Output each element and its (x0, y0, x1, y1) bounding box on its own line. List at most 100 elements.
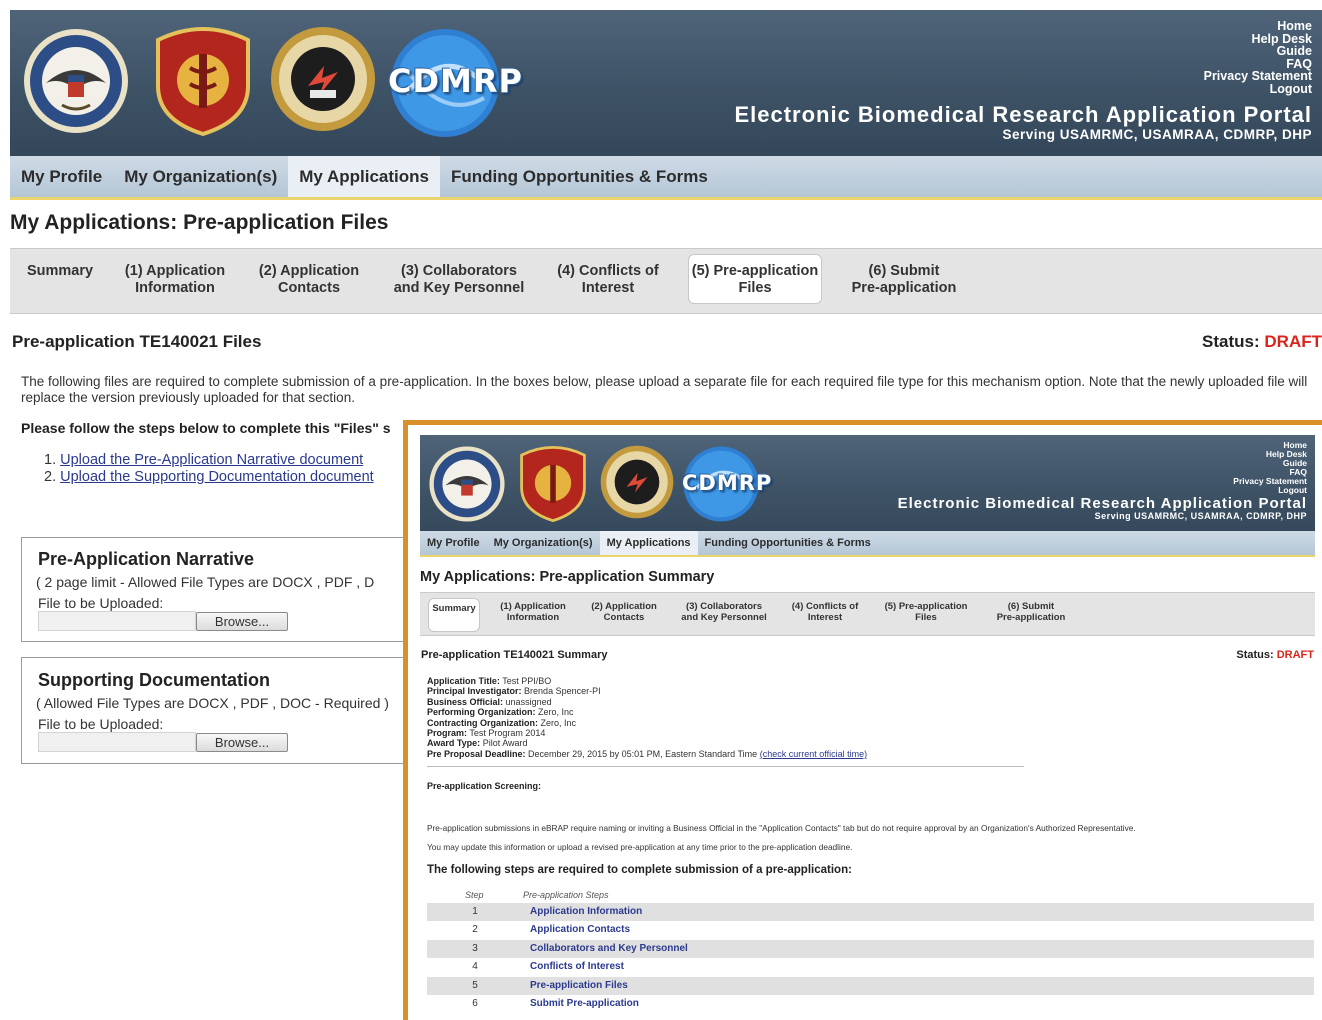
field-contracting-organization: Contracting Organization: Zero, Inc (427, 717, 577, 728)
tab-submit-pre-application[interactable]: (6) Submit Pre-application (986, 601, 1076, 624)
narrative-requirements: ( 2 page limit - Allowed File Types are … (36, 574, 375, 590)
step-link-application-contacts[interactable]: Application Contacts (530, 924, 630, 935)
section-title: Pre-application TE140021 Summary (421, 649, 608, 661)
files-steps-list: 1. Upload the Pre-Application Narrative … (44, 452, 374, 486)
update-note: You may update this information or uploa… (427, 842, 853, 852)
page-title: My Applications: Pre-application Files (10, 211, 389, 234)
step-number: 5 (472, 979, 478, 991)
step-number: 6 (472, 997, 478, 1009)
nav-my-applications[interactable]: My Applications (599, 531, 698, 555)
narrative-title: Pre-Application Narrative (38, 549, 255, 569)
field-principal-investigator: Principal Investigator: Brenda Spencer-P… (427, 686, 601, 697)
nav-my-applications[interactable]: My Applications (288, 156, 440, 197)
tab-label: (1) Application (124, 263, 226, 279)
status-badge: DRAFT (1264, 332, 1322, 351)
step-number: 1 (472, 906, 478, 917)
table-row: 3 Collaborators and Key Personnel (427, 939, 1314, 959)
narrative-upload-box: Pre-Application Narrative ( 2 page limit… (21, 537, 421, 642)
summary-fields: Application Title: Test PPI/BO Principal… (427, 676, 867, 759)
tab-submit-pre-application[interactable]: (6) Submit Pre-application (842, 263, 966, 296)
list-item: 2. Upload the Supporting Documentation d… (44, 469, 374, 486)
portal-header: CDMRP Home Help Desk Guide FAQ Privacy S… (420, 435, 1315, 540)
step-link-collaborators[interactable]: Collaborators and Key Personnel (530, 943, 688, 954)
tab-application-information[interactable]: (1) Application Information (492, 601, 574, 624)
steps-heading: The following steps are required to comp… (427, 864, 852, 876)
supporting-file-input[interactable] (38, 732, 196, 752)
top-links: Home Help Desk Guide FAQ Privacy Stateme… (1233, 440, 1307, 496)
step-number: 2 (472, 924, 478, 936)
portal-header: CDMRP Home Help Desk Guide FAQ Privacy S… (10, 10, 1322, 156)
nav-funding-opportunities[interactable]: Funding Opportunities & Forms (440, 156, 719, 197)
tab-collaborators[interactable]: (3) Collaborators and Key Personnel (674, 601, 774, 624)
guide-link[interactable]: Guide (1204, 45, 1312, 58)
tab-summary[interactable]: Summary (20, 263, 100, 280)
portal-serving: Serving USAMRMC, USAMRAA, CDMRP, DHP (1002, 127, 1312, 142)
nav-my-profile[interactable]: My Profile (420, 531, 487, 555)
status-label: Status: (1236, 649, 1274, 661)
dod-seal-icon (22, 27, 130, 135)
home-link[interactable]: Home (1204, 20, 1312, 33)
tab-pre-application-files[interactable]: (5) Pre-application Files (876, 601, 976, 624)
tab-label: Files (738, 279, 772, 296)
col-step: Step (465, 890, 484, 900)
table-row: 2 Application Contacts (427, 921, 1314, 939)
upload-narrative-link[interactable]: Upload the Pre-Application Narrative doc… (60, 452, 363, 468)
tab-application-information[interactable]: (1) Application Information (116, 263, 234, 296)
supporting-title: Supporting Documentation (38, 670, 270, 690)
tab-label: (2) Application (258, 263, 360, 279)
tab-application-contacts[interactable]: (2) Application Contacts (250, 263, 368, 296)
tab-label: (5) Pre-application (691, 263, 819, 279)
step-number: 3 (472, 942, 478, 954)
step-link-pre-application-files[interactable]: Pre-application Files (530, 980, 628, 991)
tab-conflicts-of-interest[interactable]: (4) Conflicts of Interest (548, 263, 668, 296)
tab-label: and Key Personnel (681, 611, 767, 623)
tab-label: Summary (26, 263, 94, 279)
list-item-number: 1. (44, 452, 57, 468)
upload-supporting-link[interactable]: Upload the Supporting Documentation docu… (60, 469, 374, 485)
portal-title: Electronic Biomedical Research Applicati… (897, 495, 1307, 512)
portal-serving: Serving USAMRMC, USAMRAA, CDMRP, DHP (1094, 511, 1307, 521)
tab-label: Interest (581, 279, 635, 296)
tab-label: Pre-application (851, 279, 957, 296)
status-badge: DRAFT (1276, 649, 1314, 661)
field-application-title: Application Title: Test PPI/BO (427, 676, 552, 686)
business-official-note: Pre-application submissions in eBRAP req… (427, 823, 1136, 833)
logout-link[interactable]: Logout (1204, 83, 1312, 96)
usamraa-seal-icon (270, 26, 376, 132)
narrative-browse-button[interactable]: Browse... (196, 612, 288, 631)
nav-my-organizations[interactable]: My Organization(s) (487, 531, 600, 555)
files-intro-text: The following files are required to comp… (21, 374, 1308, 405)
step-number: 4 (472, 961, 478, 973)
status-indicator: Status: DRAFT (1202, 332, 1322, 352)
cdmrp-logo-text: CDMRP (388, 62, 523, 100)
tab-collaborators[interactable]: (3) Collaborators and Key Personnel (384, 263, 534, 296)
step-link-submit-pre-application[interactable]: Submit Pre-application (530, 998, 639, 1009)
nav-funding-opportunities[interactable]: Funding Opportunities & Forms (698, 531, 878, 555)
summary-screenshot-overlay: CDMRP Home Help Desk Guide FAQ Privacy S… (403, 420, 1322, 1020)
check-official-time-link[interactable]: (check current official time) (760, 749, 867, 759)
field-award-type: Award Type: Pilot Award (427, 738, 528, 749)
narrative-file-input[interactable] (38, 611, 196, 631)
divider (427, 766, 1024, 767)
protect-sustain-seal-icon (150, 24, 256, 136)
main-nav: My Profile My Organization(s) My Applica… (10, 156, 1322, 200)
top-links: Home Help Desk Guide FAQ Privacy Stateme… (1204, 20, 1312, 96)
step-link-conflicts-of-interest[interactable]: Conflicts of Interest (530, 961, 624, 972)
tab-label: Files (915, 611, 937, 623)
tab-summary[interactable]: Summary (428, 598, 480, 632)
narrative-file-label: File to be Uploaded: (38, 595, 164, 611)
steps-table: Step Pre-application Steps 1 Application … (427, 889, 1314, 1013)
step-link-application-information[interactable]: Application Information (530, 906, 642, 917)
supporting-requirements: ( Allowed File Types are DOCX , PDF , DO… (36, 695, 389, 711)
nav-my-profile[interactable]: My Profile (10, 156, 113, 197)
tab-pre-application-files[interactable]: (5) Pre-application Files (688, 254, 822, 304)
tab-label: (6) Submit (868, 263, 940, 279)
tab-conflicts-of-interest[interactable]: (4) Conflicts of Interest (784, 601, 866, 624)
supporting-browse-button[interactable]: Browse... (196, 733, 288, 752)
cdmrp-logo-text: CDMRP (682, 471, 773, 495)
nav-my-organizations[interactable]: My Organization(s) (113, 156, 288, 197)
status-indicator: Status: DRAFT (1236, 649, 1314, 661)
tab-label: Pre-application (996, 611, 1066, 623)
tab-application-contacts[interactable]: (2) Application Contacts (584, 601, 664, 624)
field-performing-organization: Performing Organization: Zero, Inc (427, 707, 574, 718)
